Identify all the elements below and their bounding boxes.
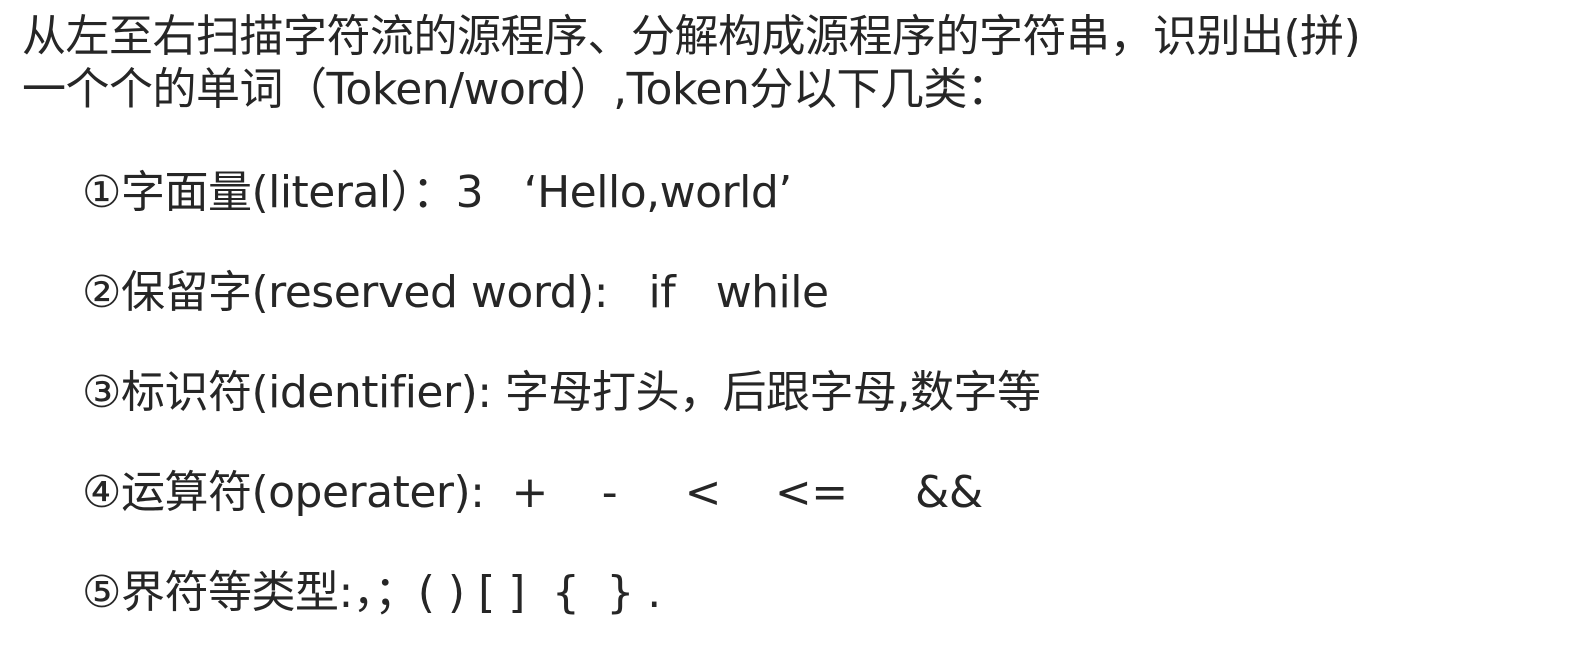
token-category-list: ①字面量(literal）：3 ‘Hello,world’ ②保留字(reser… (82, 163, 1562, 663)
token-category-operator: ④运算符(operater): + - < <= && (82, 467, 983, 518)
token-category-reserved-word: ②保留字(reserved word): if while (82, 267, 829, 318)
token-category-identifier: ③标识符(identifier): 字母打头，后跟字母,数字等 (82, 367, 1041, 418)
intro-paragraph: 从左至右扫描字符流的源程序、分解构成源程序的字符串，识别出(拼) 一个个的单词（… (22, 10, 1582, 116)
token-category-literal: ①字面量(literal）：3 ‘Hello,world’ (82, 167, 792, 218)
token-category-delimiter: ⑤界符等类型:，；( ) [ ] { } . (82, 567, 661, 618)
intro-line-1: 从左至右扫描字符流的源程序、分解构成源程序的字符串，识别出(拼) (22, 11, 1361, 62)
intro-line-2: 一个个的单词（Token/word）,Token分以下几类： (22, 64, 1011, 115)
slide: 从左至右扫描字符流的源程序、分解构成源程序的字符串，识别出(拼) 一个个的单词（… (0, 0, 1594, 639)
